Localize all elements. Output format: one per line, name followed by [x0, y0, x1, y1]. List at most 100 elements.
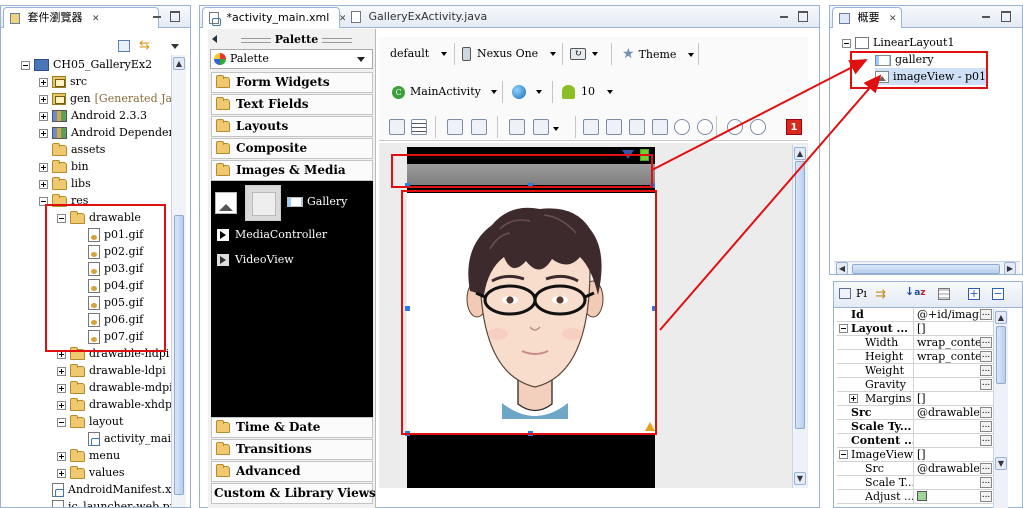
- weights-icon[interactable]: [629, 119, 645, 135]
- device-dropdown[interactable]: Nexus One: [462, 43, 557, 65]
- tree-item[interactable]: src: [39, 73, 87, 90]
- minimize-icon[interactable]: [980, 10, 992, 22]
- fill-height-icon[interactable]: [471, 119, 487, 135]
- canvas-scroll-thumb[interactable]: [795, 161, 805, 429]
- tree-item[interactable]: bin: [39, 158, 89, 175]
- theme-dropdown[interactable]: ★ Theme: [622, 43, 695, 65]
- palette-category[interactable]: Transitions: [211, 439, 373, 460]
- orientation-dropdown[interactable]: ↻: [570, 43, 598, 65]
- outline-hscrollbar[interactable]: ◀ ▶: [834, 261, 1020, 274]
- palette-item-videoview[interactable]: VideoView: [217, 252, 294, 268]
- expand-icon[interactable]: [39, 94, 48, 104]
- tree-item[interactable]: drawable-xhdpi: [57, 396, 171, 413]
- collapse-icon[interactable]: [839, 450, 848, 459]
- maximize-icon[interactable]: [1000, 10, 1012, 22]
- palette-category[interactable]: Form Widgets: [211, 72, 373, 93]
- api-level-dropdown[interactable]: 10: [562, 81, 613, 103]
- advanced-properties-icon[interactable]: [938, 288, 950, 300]
- property-edit-button[interactable]: ...: [980, 435, 992, 446]
- property-value-cell[interactable]: []: [915, 322, 982, 336]
- palette-collapse-icon[interactable]: [212, 35, 217, 43]
- palette-category[interactable]: Time & Date: [211, 417, 373, 438]
- expand-icon[interactable]: [57, 468, 66, 478]
- tree-item[interactable]: drawable-mdpi: [57, 379, 171, 396]
- collapse-icon[interactable]: [21, 60, 30, 70]
- property-row[interactable]: Height wrap_content...: [837, 350, 993, 364]
- scroll-up-icon[interactable]: ▲: [995, 311, 1007, 324]
- property-edit-button[interactable]: ...: [980, 477, 992, 488]
- palette-category[interactable]: Layouts: [211, 116, 373, 137]
- fill-width-icon[interactable]: [447, 119, 463, 135]
- baseline-icon[interactable]: [606, 119, 622, 135]
- outline-tab[interactable]: 概要 ✕: [832, 7, 902, 28]
- properties-scrollbar[interactable]: ▲ ▼: [993, 309, 1008, 508]
- tree-item[interactable]: assets: [39, 141, 105, 158]
- maximize-icon[interactable]: [797, 10, 809, 22]
- property-row[interactable]: Margins []: [837, 392, 993, 406]
- zoom-real-icon[interactable]: [697, 119, 713, 135]
- tree-item[interactable]: ic_launcher-web.pn: [39, 498, 171, 507]
- expand-icon[interactable]: [39, 179, 48, 189]
- configuration-dropdown[interactable]: default: [390, 43, 448, 65]
- property-value-cell[interactable]: @drawable...: [915, 406, 982, 420]
- close-icon[interactable]: ✕: [889, 14, 897, 24]
- property-edit-button[interactable]: ...: [980, 491, 992, 502]
- palette-dropdown[interactable]: Palette: [210, 49, 373, 69]
- tree-item[interactable]: values: [57, 464, 125, 481]
- tab-gallery-activity[interactable]: GalleryExActivity.java: [345, 7, 493, 28]
- property-row[interactable]: Width wrap_content...: [837, 336, 993, 350]
- tree-item[interactable]: layout: [57, 413, 123, 430]
- expand-icon[interactable]: [39, 111, 48, 121]
- collapse-icon[interactable]: [842, 38, 851, 48]
- expand-icon[interactable]: [39, 162, 48, 172]
- property-edit-button[interactable]: ...: [980, 309, 992, 320]
- locale-dropdown[interactable]: [512, 81, 542, 103]
- property-edit-button[interactable]: ...: [980, 337, 992, 348]
- collapse-all-icon[interactable]: [118, 40, 130, 52]
- tree-item[interactable]: Android Dependenc: [39, 124, 171, 141]
- tree-item[interactable]: gen[Generated Java: [39, 90, 171, 107]
- zoom-out-icon[interactable]: [727, 119, 743, 135]
- tab-activity-main[interactable]: *activity_main.xml ✕: [202, 7, 346, 28]
- property-row[interactable]: Weight...: [837, 364, 993, 378]
- image-button-widget-icon[interactable]: [245, 185, 281, 221]
- property-value-cell[interactable]: [915, 420, 982, 434]
- scroll-down-icon[interactable]: ▼: [995, 457, 1007, 470]
- property-edit-button[interactable]: ...: [980, 463, 992, 474]
- scroll-right-icon[interactable]: ▶: [1004, 262, 1016, 274]
- toggle-vertical-icon[interactable]: [411, 119, 427, 135]
- tree-scrollbar[interactable]: ▲: [171, 55, 186, 507]
- maximize-icon[interactable]: [169, 10, 181, 22]
- minimize-icon[interactable]: [778, 10, 790, 22]
- error-badge[interactable]: 1: [786, 119, 802, 135]
- scroll-up-icon[interactable]: ▲: [173, 57, 185, 70]
- collapse-icon[interactable]: [57, 417, 66, 427]
- outline-root[interactable]: LinearLayout1: [842, 34, 954, 51]
- property-edit-button[interactable]: ...: [980, 407, 992, 418]
- image-view-widget-icon[interactable]: [215, 192, 237, 214]
- scroll-up-icon[interactable]: ▲: [794, 147, 806, 160]
- palette-category[interactable]: Advanced: [211, 461, 373, 482]
- properties-scroll-thumb[interactable]: [996, 326, 1006, 384]
- properties-tab-icon[interactable]: [839, 288, 851, 299]
- scroll-left-icon[interactable]: ◀: [836, 262, 848, 274]
- property-edit-button[interactable]: ...: [980, 421, 992, 432]
- palette-item-gallery[interactable]: Gallery: [287, 194, 347, 210]
- tree-item[interactable]: libs: [39, 175, 91, 192]
- property-row[interactable]: Content ......: [837, 434, 993, 448]
- palette-category[interactable]: Composite: [211, 138, 373, 159]
- outline-hscroll-thumb[interactable]: [852, 264, 1000, 274]
- property-row[interactable]: ImageView[]: [837, 448, 993, 462]
- tree-item[interactable]: CH05_GalleryEx2: [21, 56, 152, 73]
- property-row[interactable]: Gravity...: [837, 378, 993, 392]
- show-categories-icon[interactable]: ⇉: [875, 287, 886, 302]
- chevron-down-icon[interactable]: [357, 57, 365, 62]
- property-row[interactable]: Adjust ......: [837, 490, 993, 504]
- tree-item[interactable]: Android 2.3.3: [39, 107, 147, 124]
- expand-icon[interactable]: [57, 383, 66, 393]
- margins-icon[interactable]: [509, 119, 525, 135]
- chevron-down-icon[interactable]: [553, 127, 559, 131]
- activity-dropdown[interactable]: C MainActivity: [392, 81, 497, 103]
- palette-item-mediacontroller[interactable]: MediaController: [217, 227, 327, 243]
- package-explorer-tab[interactable]: 套件瀏覽器 ✕: [3, 7, 159, 28]
